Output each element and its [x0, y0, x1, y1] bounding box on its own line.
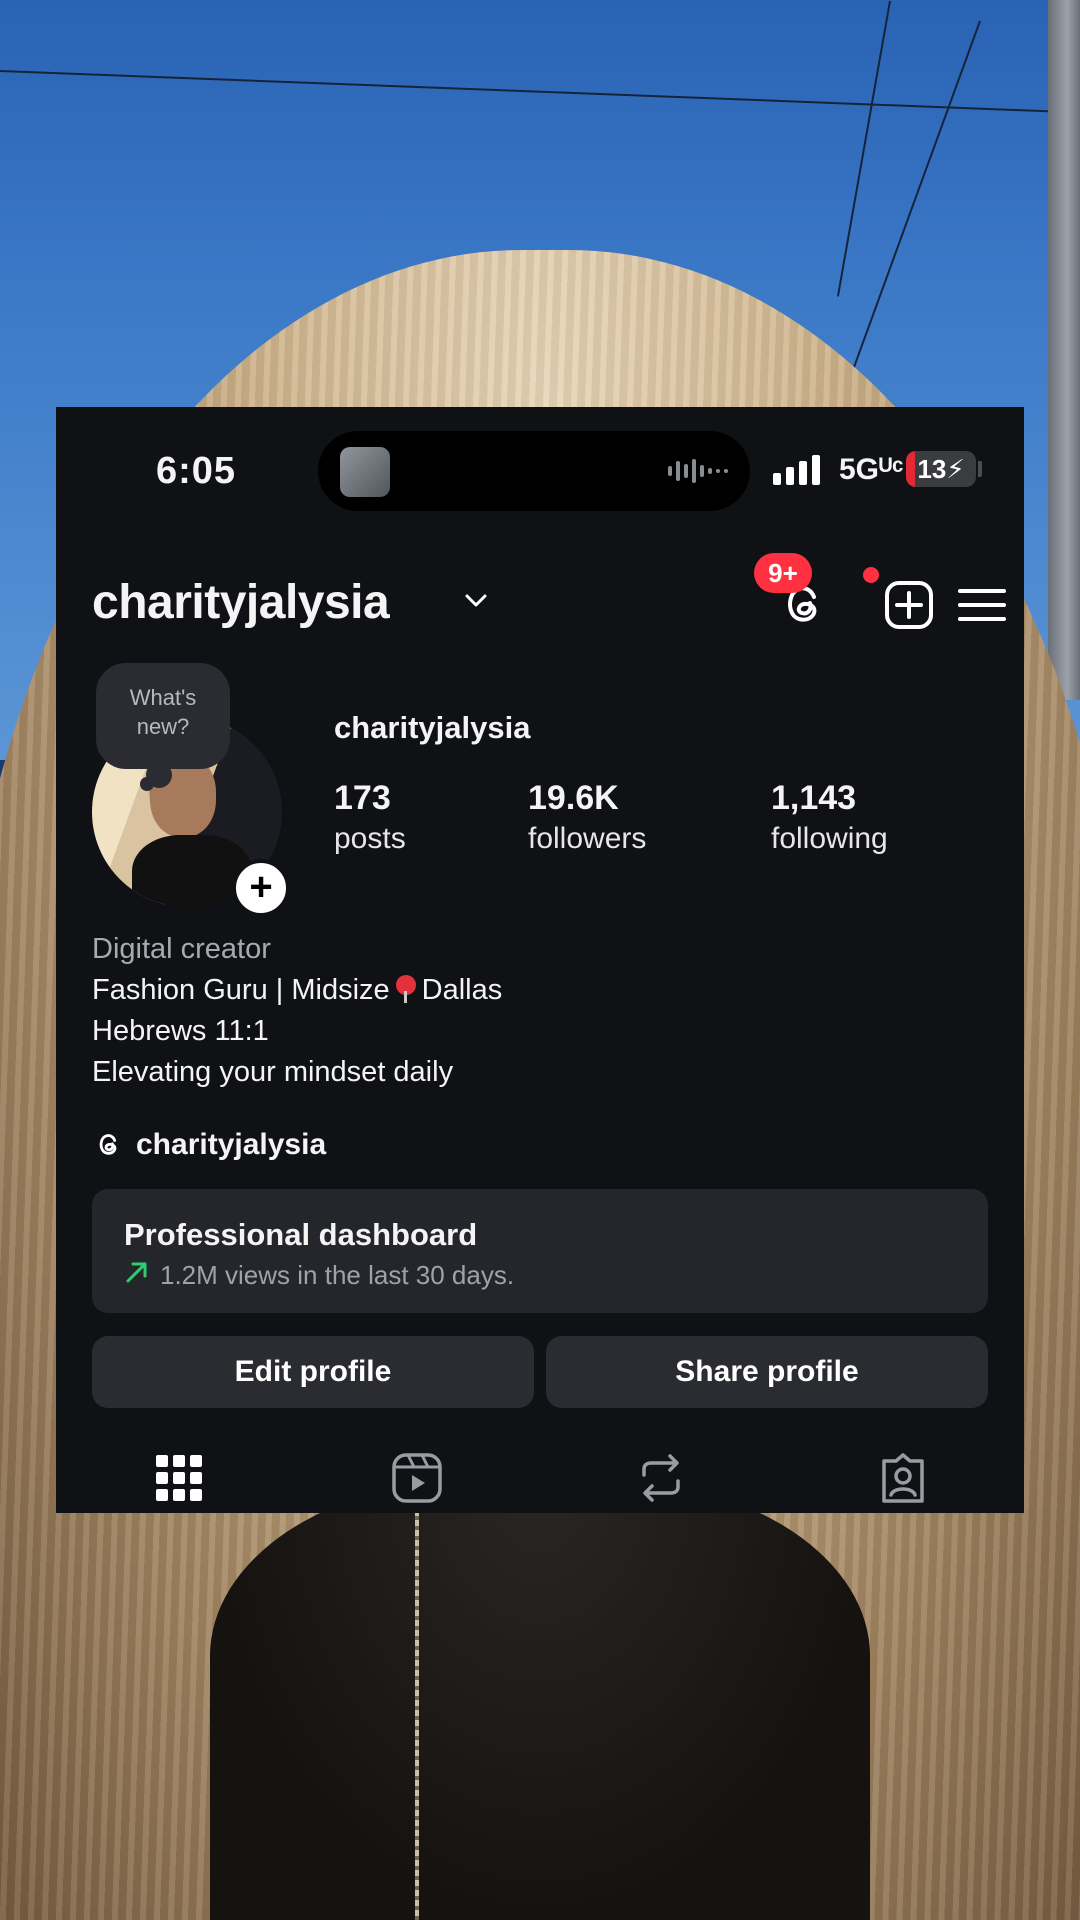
network-type: 5Gᵁᶜ	[839, 453, 904, 486]
dashboard-title: Professional dashboard	[124, 1217, 478, 1252]
shirt	[210, 1480, 870, 1920]
bio-category: Digital creator	[92, 933, 271, 965]
grid-icon[interactable]	[152, 1451, 206, 1505]
status-time: 6:05	[156, 450, 237, 492]
battery-icon: 13⚡	[906, 451, 976, 487]
necklace	[415, 1510, 419, 1920]
dashboard-subtitle: 1.2M views in the last 30 days.	[160, 1260, 515, 1290]
note-line-2: new?	[136, 714, 190, 739]
bio-location: Dallas	[421, 974, 503, 1006]
stat-value: 173	[334, 779, 391, 817]
cellular-signal-icon	[773, 455, 820, 485]
followers-stat[interactable]: 19.6K followers	[528, 777, 646, 859]
threads-icon	[99, 1134, 117, 1155]
share-profile-button[interactable]: Share profile	[546, 1336, 988, 1408]
battery-percent: 13	[917, 454, 947, 484]
utility-pole	[1048, 0, 1080, 700]
bio-line-1: Fashion Guru | Midsize Dallas	[92, 970, 502, 1011]
reels-icon[interactable]	[390, 1451, 444, 1505]
profile-tab-bar	[56, 1437, 1024, 1513]
note-line-1: What's	[129, 685, 197, 710]
menu-icon[interactable]	[952, 575, 1012, 635]
stat-value: 19.6K	[528, 779, 619, 817]
new-post-dot	[863, 567, 879, 583]
dynamic-island[interactable]	[318, 431, 750, 511]
threads-profile-link[interactable]: charityjalysia	[92, 1125, 326, 1165]
bio-line-1-text: Fashion Guru | Midsize	[92, 974, 390, 1006]
bio: Digital creator Fashion Guru | Midsize Da…	[92, 929, 502, 1093]
trending-up-icon	[126, 1262, 147, 1283]
stat-label: following	[771, 822, 888, 855]
professional-dashboard-card[interactable]: Professional dashboard 1.2M views in the…	[92, 1189, 988, 1313]
media-thumbnail	[340, 447, 390, 497]
pin-icon	[395, 975, 416, 1003]
profile-screen: 6:05 5Gᵁᶜ 13⚡ charityjalysia 9+ What's n…	[56, 407, 1024, 1513]
stat-label: followers	[528, 822, 647, 855]
chevron-down-icon[interactable]	[464, 593, 488, 609]
tagged-icon[interactable]	[876, 1451, 930, 1505]
note-bubble-tail	[140, 777, 154, 791]
account-switcher[interactable]: charityjalysia	[92, 575, 390, 630]
audio-wave-icon	[668, 457, 728, 485]
note-bubble[interactable]: What's new?	[96, 663, 230, 769]
bio-line-3: Elevating your mindset daily	[92, 1056, 454, 1088]
status-bar: 6:05 5Gᵁᶜ 13⚡	[56, 407, 1024, 537]
create-post-icon[interactable]	[879, 575, 939, 635]
bio-line-2: Hebrews 11:1	[92, 1015, 269, 1047]
stat-value: 1,143	[771, 779, 857, 817]
add-story-button[interactable]: +	[232, 859, 290, 917]
edit-profile-button[interactable]: Edit profile	[92, 1336, 534, 1408]
posts-stat[interactable]: 173 posts	[334, 777, 406, 859]
threads-notification-badge: 9+	[754, 553, 812, 593]
following-stat[interactable]: 1,143 following	[771, 777, 888, 859]
threads-link-text: charityjalysia	[136, 1128, 327, 1161]
stat-label: posts	[334, 822, 406, 855]
profile-name: charityjalysia	[334, 710, 531, 745]
battery-tip	[978, 461, 982, 477]
reposts-icon[interactable]	[634, 1451, 688, 1505]
charging-bolt-icon: ⚡	[946, 454, 965, 484]
